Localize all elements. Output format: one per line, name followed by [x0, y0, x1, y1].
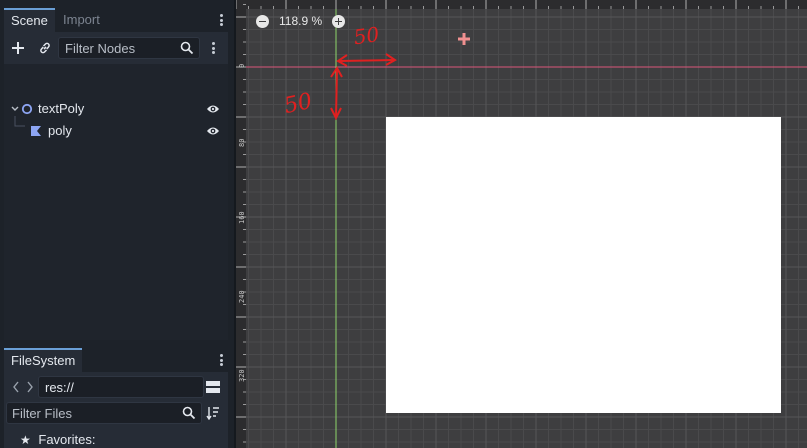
filter-files-input[interactable] — [12, 405, 172, 421]
chevron-right-icon[interactable] — [26, 381, 34, 393]
path-field[interactable]: res:// — [38, 376, 204, 398]
move-cursor-icon — [458, 33, 470, 45]
tree-item-textpoly[interactable]: textPoly — [4, 98, 228, 120]
plus-icon — [12, 42, 24, 54]
tree-item-poly[interactable]: poly — [4, 116, 228, 142]
tree-item-label: textPoly — [38, 101, 85, 116]
scene-tree-menu-icon[interactable] — [208, 40, 218, 56]
sort-icon[interactable] — [206, 406, 220, 420]
tree-item-label: poly — [48, 123, 72, 138]
node2d-circle-icon — [21, 103, 33, 115]
eye-icon[interactable] — [206, 125, 220, 137]
search-icon — [180, 41, 194, 55]
scene-dock-tabs: Scene Import — [0, 8, 234, 32]
horizontal-measure-label: 50 — [352, 22, 381, 49]
scene-toolbar — [4, 32, 228, 64]
tab-scene[interactable]: Scene — [4, 8, 55, 32]
left-dock: Scene Import Filter Nodes textPoly poly … — [0, 0, 234, 448]
scene-dock-menu-icon[interactable] — [216, 12, 226, 28]
canvas-viewport[interactable]: 118.9 % 0 80 160 240 320 50 50 — [236, 0, 807, 448]
favorites-label: Favorites: — [38, 432, 96, 447]
tab-filesystem[interactable]: FileSystem — [4, 348, 83, 372]
tree-connector — [14, 116, 25, 127]
star-icon: ★ — [20, 433, 31, 447]
favorites-row[interactable]: ★ Favorites: — [20, 432, 95, 448]
horizontal-arrow-annotation: 50 — [336, 22, 397, 67]
add-node-button[interactable] — [8, 38, 28, 58]
filter-files-field[interactable] — [6, 402, 202, 424]
filesystem-panel: res:// ★ Favorites: — [4, 372, 228, 448]
eye-icon[interactable] — [206, 103, 220, 115]
filter-nodes-input[interactable] — [65, 40, 175, 56]
polygon2d-icon — [31, 126, 41, 136]
filter-nodes-field[interactable] — [58, 37, 200, 59]
tab-import[interactable]: Import — [56, 8, 107, 32]
vertical-measure-label: 50 — [282, 89, 315, 119]
instance-scene-button[interactable] — [35, 38, 55, 58]
filesystem-dock-tabs: FileSystem — [0, 348, 234, 372]
chevron-left-icon[interactable] — [12, 381, 20, 393]
filesystem-menu-icon[interactable] — [216, 352, 226, 368]
scene-panel: textPoly poly — [4, 32, 228, 340]
link-icon — [40, 42, 50, 54]
split-view-icon[interactable] — [206, 380, 220, 394]
vertical-arrow-annotation: 50 — [282, 66, 343, 121]
annotation-layer: 50 50 — [282, 22, 470, 121]
scene-tree: textPoly poly — [4, 64, 228, 340]
search-icon — [182, 406, 196, 420]
chevron-down-icon[interactable] — [11, 105, 19, 113]
path-text: res:// — [45, 380, 74, 395]
